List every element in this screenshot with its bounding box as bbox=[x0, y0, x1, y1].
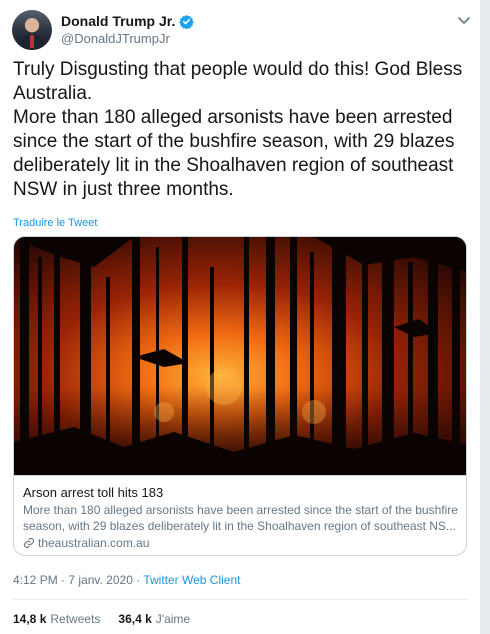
likes-count: 36,4 k bbox=[118, 612, 152, 626]
tweet-time[interactable]: 4:12 PM bbox=[13, 573, 58, 587]
name-row: Donald Trump Jr. bbox=[61, 13, 195, 29]
tweet-stats: 14,8 k Retweets 36,4 k J'aime bbox=[13, 612, 208, 626]
tweet-line-2: More than 180 alleged arsonists have bee… bbox=[13, 107, 455, 200]
avatar-tie bbox=[30, 35, 34, 48]
tweet-source[interactable]: Twitter Web Client bbox=[143, 573, 240, 587]
link-card-body: Arson arrest toll hits 183 More than 180… bbox=[14, 475, 466, 555]
display-name[interactable]: Donald Trump Jr. bbox=[61, 13, 175, 29]
tweet-line-1: Truly Disgusting that people would do th… bbox=[13, 59, 463, 104]
likes-label: J'aime bbox=[155, 612, 191, 626]
tweet-text: Truly Disgusting that people would do th… bbox=[13, 58, 471, 202]
retweets-stat[interactable]: 14,8 k Retweets bbox=[13, 612, 100, 626]
bushfire-image bbox=[14, 237, 466, 475]
retweets-label: Retweets bbox=[50, 612, 101, 626]
divider bbox=[13, 599, 468, 600]
avatar[interactable] bbox=[12, 10, 52, 50]
verified-badge-icon bbox=[179, 14, 195, 29]
tweet-date[interactable]: 7 janv. 2020 bbox=[68, 573, 133, 587]
link-card-title: Arson arrest toll hits 183 bbox=[23, 485, 164, 500]
meta-separator-2: · bbox=[132, 573, 144, 587]
link-card-domain: theaustralian.com.au bbox=[23, 536, 149, 550]
tweet-meta: 4:12 PM · 7 janv. 2020 · Twitter Web Cli… bbox=[13, 573, 240, 587]
link-icon bbox=[23, 537, 35, 549]
likes-stat[interactable]: 36,4 k J'aime bbox=[118, 612, 190, 626]
chevron-down-icon[interactable] bbox=[456, 12, 472, 28]
link-card-domain-text: theaustralian.com.au bbox=[38, 536, 150, 550]
retweets-count: 14,8 k bbox=[13, 612, 47, 626]
tweet-card: Donald Trump Jr. @DonaldJTrumpJr Truly D… bbox=[0, 0, 481, 634]
link-card-description: More than 180 alleged arsonists have bee… bbox=[23, 503, 458, 533]
user-handle[interactable]: @DonaldJTrumpJr bbox=[61, 31, 170, 46]
translate-tweet-link[interactable]: Traduire le Tweet bbox=[13, 217, 97, 229]
link-preview-card[interactable]: Arson arrest toll hits 183 More than 180… bbox=[13, 236, 467, 556]
meta-separator-1: · bbox=[57, 573, 69, 587]
